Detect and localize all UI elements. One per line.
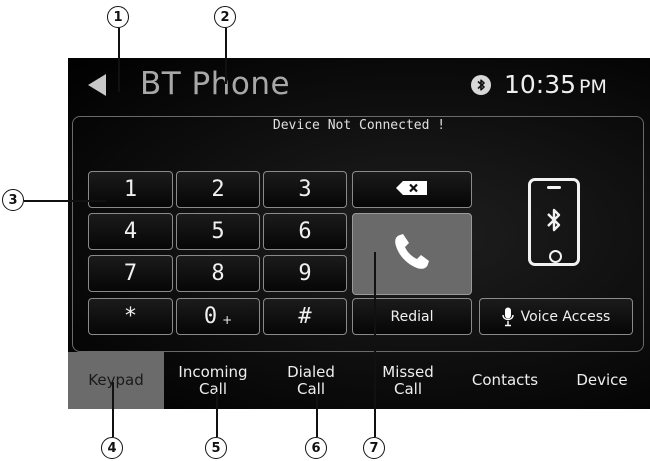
status-bar: BT Phone 10:35 PM bbox=[68, 58, 650, 112]
backspace-button[interactable] bbox=[352, 171, 472, 208]
key-0[interactable]: 0 + bbox=[176, 298, 260, 335]
key-8[interactable]: 8 bbox=[176, 255, 260, 292]
page-title: BT Phone bbox=[140, 66, 291, 102]
bluetooth-icon bbox=[471, 75, 491, 95]
callout-marker: 2 bbox=[214, 6, 236, 28]
key-label: 0 bbox=[203, 304, 218, 329]
key-label: 5 bbox=[211, 219, 225, 244]
connection-status-message: Device Not Connected ! bbox=[272, 118, 446, 133]
smartphone-bluetooth-icon bbox=[528, 178, 580, 266]
call-button[interactable] bbox=[352, 213, 472, 295]
key-label: 9 bbox=[298, 261, 312, 286]
key-label: 3 bbox=[298, 177, 312, 202]
key-1[interactable]: 1 bbox=[88, 171, 173, 208]
bottom-tab-bar: Keypad Incoming Call Dialed Call Missed … bbox=[68, 352, 650, 409]
microphone-icon bbox=[501, 307, 514, 327]
key-3[interactable]: 3 bbox=[263, 171, 347, 208]
bt-phone-screen: BT Phone 10:35 PM Device Not Connected ! … bbox=[68, 58, 650, 409]
key-star[interactable]: * bbox=[88, 298, 173, 335]
tab-contacts[interactable]: Contacts bbox=[456, 352, 554, 409]
tab-label: Keypad bbox=[88, 371, 144, 389]
key-5[interactable]: 5 bbox=[176, 213, 260, 250]
redial-button[interactable]: Redial bbox=[352, 298, 472, 335]
callout-marker: 1 bbox=[107, 6, 129, 28]
key-hash[interactable]: # bbox=[263, 298, 347, 335]
backspace-icon bbox=[394, 180, 430, 200]
clock: 10:35 PM bbox=[504, 70, 607, 99]
tab-label: Device bbox=[576, 371, 628, 389]
voice-access-button[interactable]: Voice Access bbox=[479, 298, 633, 335]
key-label: 1 bbox=[123, 177, 138, 202]
key-label: 6 bbox=[298, 219, 312, 244]
key-4[interactable]: 4 bbox=[88, 213, 173, 250]
key-2[interactable]: 2 bbox=[176, 171, 260, 208]
clock-ampm: PM bbox=[579, 76, 607, 98]
callout-marker: 3 bbox=[2, 189, 24, 211]
tab-label: Dialed Call bbox=[287, 362, 335, 398]
key-7[interactable]: 7 bbox=[88, 255, 173, 292]
phone-handset-icon bbox=[390, 230, 434, 278]
key-9[interactable]: 9 bbox=[263, 255, 347, 292]
tab-incoming-call[interactable]: Incoming Call bbox=[164, 352, 262, 409]
key-label: * bbox=[123, 304, 138, 329]
key-6[interactable]: 6 bbox=[263, 213, 347, 250]
tab-dialed-call[interactable]: Dialed Call bbox=[262, 352, 360, 409]
key-label: 7 bbox=[123, 261, 138, 286]
key-zero-plus: + bbox=[222, 312, 233, 327]
key-label: 2 bbox=[211, 177, 225, 202]
redial-label: Redial bbox=[390, 308, 434, 325]
callout-marker: 5 bbox=[205, 437, 227, 459]
key-label: 4 bbox=[123, 219, 138, 244]
tab-label: Missed Call bbox=[382, 362, 434, 398]
tab-keypad[interactable]: Keypad bbox=[68, 352, 164, 409]
back-arrow-icon[interactable] bbox=[88, 74, 106, 96]
callout-marker: 6 bbox=[305, 437, 327, 459]
tab-label: Contacts bbox=[471, 371, 539, 389]
key-label: 8 bbox=[211, 261, 225, 286]
callout-marker: 7 bbox=[363, 437, 385, 459]
callout-marker: 4 bbox=[101, 437, 123, 459]
tab-label: Incoming Call bbox=[178, 362, 248, 398]
voice-access-label: Voice Access bbox=[520, 308, 611, 325]
key-label: # bbox=[298, 304, 312, 329]
tab-device[interactable]: Device bbox=[554, 352, 650, 409]
clock-time: 10:35 bbox=[504, 70, 577, 99]
